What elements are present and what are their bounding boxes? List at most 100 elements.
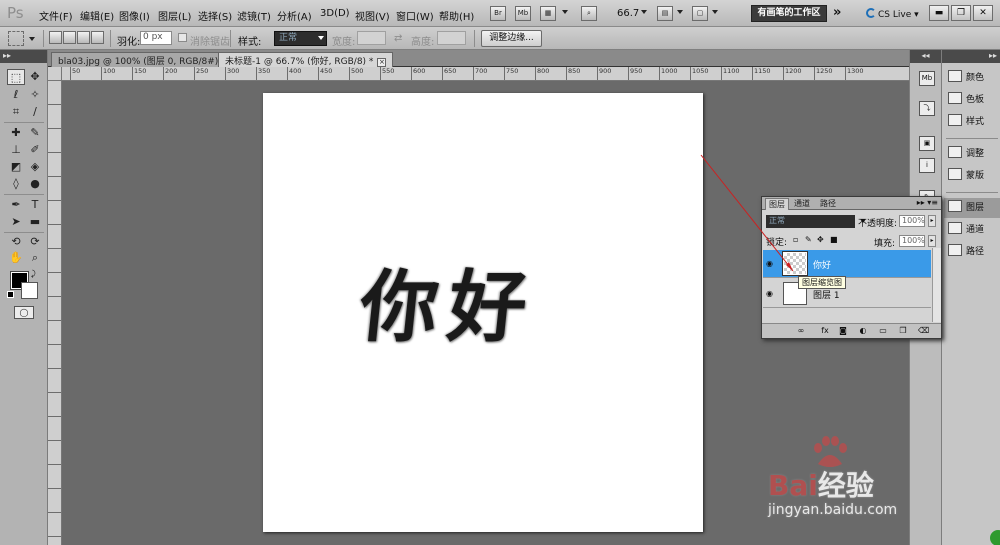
visibility-eye-icon[interactable]: ◉: [766, 259, 776, 268]
type-tool-icon[interactable]: T: [26, 197, 44, 213]
width-input[interactable]: [357, 31, 386, 45]
3d-orbit-tool-icon[interactable]: ⟳: [26, 234, 44, 250]
hand-tool-icon[interactable]: ✋: [7, 250, 25, 266]
crop-tool-icon[interactable]: ⌗: [7, 104, 25, 120]
ruler-origin[interactable]: [48, 67, 62, 81]
menu-window[interactable]: 窗口(W): [396, 8, 434, 23]
layer-name[interactable]: 你好: [813, 258, 831, 271]
eyedropper-tool-icon[interactable]: ∕: [26, 104, 44, 120]
move-tool-icon[interactable]: ✥: [26, 69, 44, 85]
dock-item-channels[interactable]: 通道: [944, 220, 1000, 240]
menu-view[interactable]: 视图(V): [355, 8, 390, 23]
layer-row-text[interactable]: ◉ 你好: [763, 250, 931, 278]
shape-tool-icon[interactable]: ▬: [26, 214, 44, 230]
lock-pixels-icon[interactable]: ✎: [805, 236, 813, 244]
dock-item-masks[interactable]: 蒙版: [944, 166, 1000, 186]
link-layers-icon[interactable]: ∞: [796, 326, 806, 336]
restore-button[interactable]: ❐: [951, 5, 971, 21]
menu-help[interactable]: 帮助(H): [439, 8, 474, 23]
chevron-down-icon[interactable]: [641, 10, 647, 14]
antialias-checkbox[interactable]: [178, 33, 187, 42]
default-colors-icon[interactable]: [7, 291, 14, 298]
collapse-dock-icon[interactable]: ▸▸: [942, 50, 1000, 63]
menu-image[interactable]: 图像(I): [119, 8, 150, 23]
quick-mask-icon[interactable]: ◯: [14, 306, 34, 319]
history-brush-tool-icon[interactable]: ✐: [26, 142, 44, 158]
swap-dimensions-icon[interactable]: ⇄: [394, 33, 402, 44]
cs-live-button[interactable]: CS Live ▾: [866, 8, 919, 20]
intersect-selection-icon[interactable]: [91, 31, 104, 44]
layer-name[interactable]: 图层 1: [813, 288, 840, 301]
new-group-icon[interactable]: ▭: [878, 326, 888, 336]
feather-input[interactable]: 0 px: [140, 31, 172, 45]
navigator-panel-icon[interactable]: ▣: [919, 136, 935, 151]
healing-brush-tool-icon[interactable]: ✚: [7, 125, 25, 141]
chevron-down-icon[interactable]: [29, 37, 35, 41]
menu-layer[interactable]: 图层(L): [158, 8, 191, 23]
layers-scrollbar[interactable]: [932, 248, 941, 322]
lock-all-icon[interactable]: ■: [830, 236, 838, 244]
opacity-slider-icon[interactable]: ▸: [928, 215, 936, 227]
lock-position-icon[interactable]: ✥: [817, 236, 825, 244]
pen-tool-icon[interactable]: ✒: [7, 197, 25, 213]
mini-bridge-panel-icon[interactable]: Mb: [919, 71, 935, 86]
document-canvas[interactable]: 你好: [263, 93, 703, 532]
chevron-down-icon[interactable]: [562, 10, 568, 14]
menu-analysis[interactable]: 分析(A): [277, 8, 312, 23]
marquee-preset-icon[interactable]: [8, 31, 24, 46]
path-selection-tool-icon[interactable]: ➤: [7, 214, 25, 230]
layer-thumbnail[interactable]: [782, 251, 808, 276]
eraser-tool-icon[interactable]: ◩: [7, 159, 25, 175]
subtract-selection-icon[interactable]: [77, 31, 90, 44]
dock-item-adjustments[interactable]: 调整: [944, 144, 1000, 164]
style-select[interactable]: 正常: [274, 31, 327, 46]
workspace-button[interactable]: 有画笔的工作区: [751, 5, 827, 22]
collapse-panel-icon[interactable]: ▸▸: [0, 50, 47, 63]
add-selection-icon[interactable]: [63, 31, 76, 44]
chevron-down-icon[interactable]: [677, 10, 683, 14]
background-color-swatch[interactable]: [21, 282, 38, 299]
close-button[interactable]: ✕: [973, 5, 993, 21]
dock-item-styles[interactable]: 样式: [944, 112, 1000, 132]
dodge-tool-icon[interactable]: ●: [26, 176, 44, 192]
bridge-button[interactable]: Br: [490, 6, 506, 21]
new-layer-icon[interactable]: ❐: [898, 326, 908, 336]
dock-item-color[interactable]: 颜色: [944, 68, 1000, 88]
document-tab-bla03[interactable]: bla03.jpg @ 100% (图层 0, RGB/8#) *×: [51, 52, 246, 67]
add-mask-icon[interactable]: ◙: [838, 326, 848, 336]
tab-layers[interactable]: 图层: [765, 198, 789, 210]
horizontal-ruler[interactable]: 50 100 150 200 250 300 350 400 450 500 550 600 650 70…: [62, 67, 909, 81]
brush-tool-icon[interactable]: ✎: [26, 125, 44, 141]
zoom-tool-icon[interactable]: ⌕: [26, 250, 44, 266]
info-panel-icon[interactable]: i: [919, 158, 935, 173]
history-panel-icon[interactable]: ⤵: [919, 101, 935, 116]
tab-channels[interactable]: 通道: [791, 198, 813, 210]
menu-select[interactable]: 选择(S): [198, 8, 232, 23]
new-selection-icon[interactable]: [49, 31, 62, 44]
layer-style-icon[interactable]: fx: [820, 326, 830, 336]
swap-colors-icon[interactable]: ⤸: [31, 269, 36, 279]
lock-transparency-icon[interactable]: ▫: [793, 236, 801, 244]
close-icon[interactable]: ×: [377, 58, 387, 67]
adjustment-layer-icon[interactable]: ◐: [858, 326, 868, 336]
blend-mode-select[interactable]: 正常: [766, 215, 866, 228]
dock-item-swatches[interactable]: 色板: [944, 90, 1000, 110]
panel-menu-icon[interactable]: ▸▸ ▾≡: [917, 198, 938, 207]
document-tab-untitled[interactable]: 未标题-1 @ 66.7% (你好, RGB/8) * ×: [218, 52, 394, 67]
menu-3d[interactable]: 3D(D): [320, 8, 350, 19]
minimize-button[interactable]: ▬: [929, 5, 949, 21]
fill-input[interactable]: 100%: [899, 235, 925, 247]
visibility-eye-icon[interactable]: ◉: [766, 289, 776, 298]
marquee-tool-icon[interactable]: ⬚: [7, 69, 25, 85]
lasso-tool-icon[interactable]: ℓ: [7, 87, 25, 103]
trash-icon[interactable]: ⌫: [918, 326, 929, 336]
menu-file[interactable]: 文件(F): [39, 8, 73, 23]
blur-tool-icon[interactable]: ◊: [7, 176, 25, 192]
clone-stamp-tool-icon[interactable]: ⊥: [7, 142, 25, 158]
screen-mode-icon[interactable]: ▢: [692, 6, 708, 21]
magic-wand-tool-icon[interactable]: ✧: [26, 87, 44, 103]
3d-rotate-tool-icon[interactable]: ⟲: [7, 234, 25, 250]
zoom-level-icon[interactable]: ⌕: [581, 6, 597, 21]
dock-item-layers[interactable]: 图层: [944, 198, 1000, 218]
expand-panels-icon[interactable]: ◂◂: [910, 50, 941, 63]
